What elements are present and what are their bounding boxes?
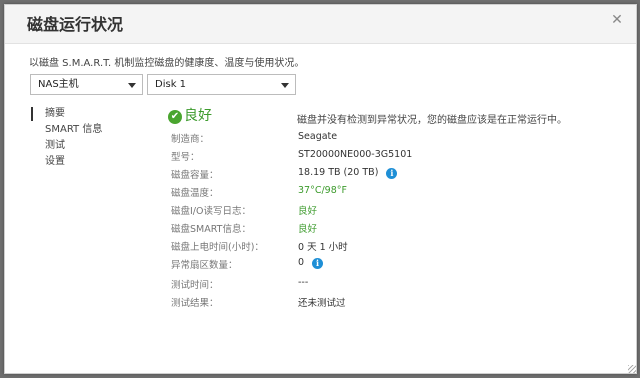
row-label: 磁盘I/O读写日志： xyxy=(171,206,251,217)
row-label: 磁盘上电时间(小时)： xyxy=(171,242,264,253)
nav-item-test[interactable]: 测试 xyxy=(30,138,102,154)
device-select-value: NAS主机 xyxy=(38,79,79,90)
resize-handle[interactable] xyxy=(628,365,636,373)
disk-health-dialog: 磁盘运行状况 ✕ 以磁盘 S.M.A.R.T. 机制监控磁盘的健康度、温度与使用… xyxy=(4,4,637,374)
row-value-wrap: 0i xyxy=(298,257,324,269)
row-label: 型号： xyxy=(171,152,200,163)
row-test-result: 测试结果： 还未测试过 xyxy=(171,295,591,309)
row-capacity: 磁盘容量： 18.19 TB (20 TB) i xyxy=(171,167,591,181)
row-label: 异常扇区数量： xyxy=(171,260,238,271)
chevron-down-icon xyxy=(128,83,136,88)
row-bad-sectors: 异常扇区数量： 0i xyxy=(171,257,591,271)
row-label: 磁盘温度： xyxy=(171,188,219,199)
dialog-header: 磁盘运行状况 ✕ xyxy=(5,5,636,44)
info-icon[interactable]: i xyxy=(386,168,398,179)
row-io-log: 磁盘I/O读写日志： 良好 xyxy=(171,203,591,217)
disk-select-value: Disk 1 xyxy=(155,79,187,90)
dialog-title: 磁盘运行状况 xyxy=(27,15,124,34)
row-value: 还未测试过 xyxy=(298,298,346,309)
nav-item-smart-info[interactable]: SMART 信息 xyxy=(30,122,102,138)
row-temperature: 磁盘温度： 37°C/98°F xyxy=(171,185,591,199)
row-value: 良好 xyxy=(298,224,318,235)
close-icon[interactable]: ✕ xyxy=(610,13,624,27)
row-label: 磁盘容量： xyxy=(171,170,219,181)
row-power-on-hours: 磁盘上电时间(小时)： 0 天 1 小时 xyxy=(171,239,591,253)
row-value: ST20000NE000-3G5101 xyxy=(298,149,413,160)
row-label: 测试结果： xyxy=(171,298,219,309)
row-value-wrap: 18.19 TB (20 TB) i xyxy=(298,167,398,179)
row-value: 0 xyxy=(298,257,305,268)
row-model: 型号： ST20000NE000-3G5101 xyxy=(171,149,591,163)
dialog-description: 以磁盘 S.M.A.R.T. 机制监控磁盘的健康度、温度与使用状况。 xyxy=(29,58,305,69)
row-label: 磁盘SMART信息： xyxy=(171,224,251,235)
row-value: 37°C/98°F xyxy=(298,185,347,196)
info-icon[interactable]: i xyxy=(312,258,324,269)
health-status-message: 磁盘并没有检测到异常状况，您的磁盘应该是在正常运行中。 xyxy=(297,115,567,126)
check-circle-icon: ✔ xyxy=(168,110,182,124)
row-smart-info: 磁盘SMART信息： 良好 xyxy=(171,221,591,235)
health-status: ✔ 良好 xyxy=(168,105,212,125)
row-label: 制造商： xyxy=(171,134,210,145)
row-label: 测试时间： xyxy=(171,280,219,291)
chevron-down-icon xyxy=(281,83,289,88)
device-select[interactable]: NAS主机 xyxy=(30,74,143,95)
row-value: Seagate xyxy=(298,131,338,142)
nav-item-summary[interactable]: 摘要 xyxy=(30,106,102,122)
row-manufacturer: 制造商： Seagate xyxy=(171,131,591,145)
row-value: 0 天 1 小时 xyxy=(298,242,348,253)
row-value: --- xyxy=(298,277,309,288)
nav-item-settings[interactable]: 设置 xyxy=(30,154,102,170)
row-value: 良好 xyxy=(298,206,318,217)
row-value: 18.19 TB (20 TB) xyxy=(298,167,379,178)
row-test-time: 测试时间： --- xyxy=(171,277,591,291)
health-status-text: 良好 xyxy=(184,108,212,124)
disk-select[interactable]: Disk 1 xyxy=(147,74,296,95)
side-nav: 摘要 SMART 信息 测试 设置 xyxy=(30,106,102,170)
